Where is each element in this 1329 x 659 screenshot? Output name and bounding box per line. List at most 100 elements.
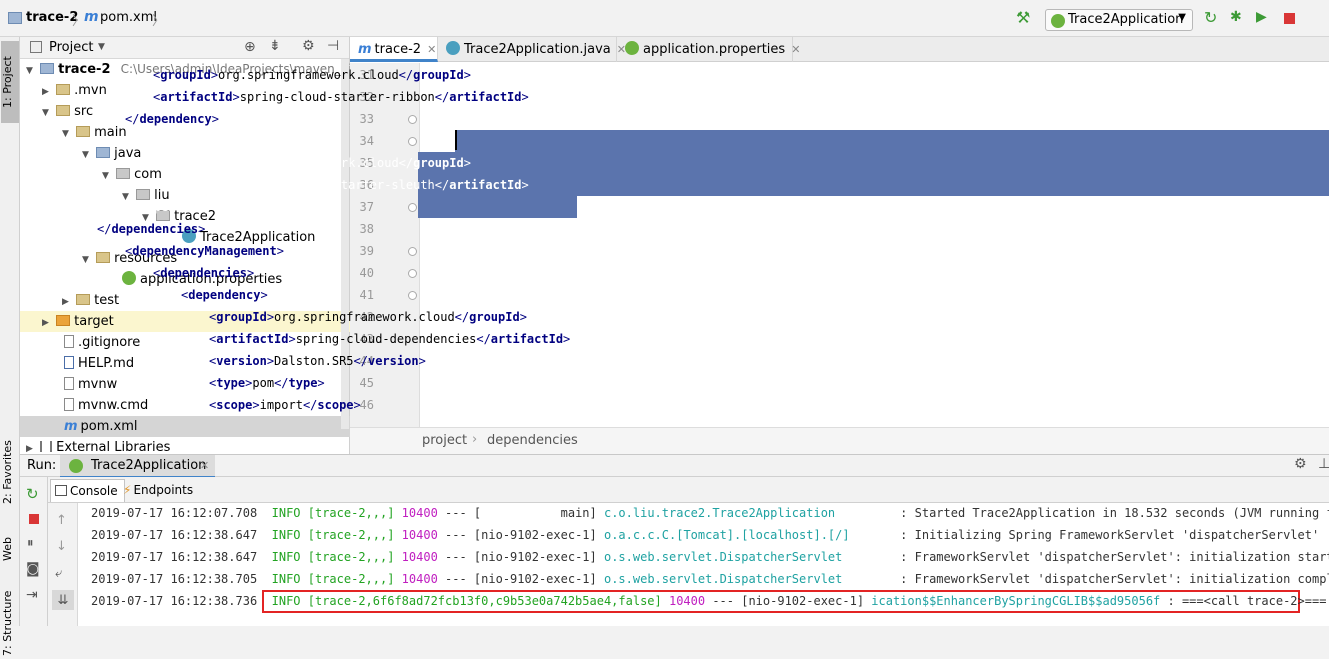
close-icon[interactable]: ✕ xyxy=(427,43,436,56)
tab-endpoints[interactable]: ⚡ Endpoints xyxy=(119,479,199,502)
selection-highlight xyxy=(418,174,1329,196)
tree-item-label: target xyxy=(74,314,114,329)
breadcrumb-project[interactable]: trace-2 xyxy=(26,10,78,25)
favorites-tool-tab[interactable]: 2: Favorites xyxy=(1,435,19,510)
tree-item-label: pom.xml xyxy=(80,419,138,434)
console-side-toolbar: ↑ ↓ ⤶ ⇊ xyxy=(48,503,78,626)
project-tool-tab[interactable]: 1: Project xyxy=(1,41,19,123)
tab-console[interactable]: Console xyxy=(50,479,125,502)
arrow-down-icon[interactable]: ↓ xyxy=(56,539,67,554)
tab-pom-xml[interactable]: m trace-2 ✕ xyxy=(350,37,438,62)
web-tool-tab[interactable]: Web xyxy=(1,531,19,567)
debug-bug-icon[interactable]: ✱ xyxy=(1230,9,1246,25)
code-line: </dependencies> xyxy=(97,222,206,236)
scrollbar[interactable] xyxy=(341,59,349,429)
tree-item-pom-xml[interactable]: m pom.xml xyxy=(20,416,350,437)
tab-label: application.properties xyxy=(643,42,786,57)
soft-wrap-icon[interactable]: ⤶ xyxy=(55,566,62,581)
selection-highlight xyxy=(418,152,1329,174)
log-level: INFO [trace-2,,,] xyxy=(271,572,402,586)
pause-icon[interactable]: ⏸ xyxy=(27,536,34,551)
locate-target-icon[interactable]: ⊕ xyxy=(244,39,256,55)
exit-icon[interactable]: ⇥ xyxy=(26,587,38,603)
tab-trace2application-java[interactable]: Trace2Application.java ✕ xyxy=(438,37,626,62)
code-line: <groupId>org.springframework.cloud</grou… xyxy=(153,68,471,82)
editor-tabs: m trace-2 ✕ Trace2Application.java ✕ applic… xyxy=(350,37,1329,62)
folder-icon xyxy=(76,294,91,305)
breadcrumb-dependencies[interactable]: dependencies xyxy=(487,433,578,448)
log-thread: --- [nio-9102-exec-1] xyxy=(705,594,872,608)
arrow-up-icon[interactable]: ↑ xyxy=(56,513,67,528)
stop-icon[interactable] xyxy=(29,514,39,524)
log-level: INFO [trace-2,,,] xyxy=(271,550,402,564)
chevron-right-icon: ▶ xyxy=(42,87,49,97)
close-icon[interactable]: ✕ xyxy=(200,459,209,472)
tab-label: Console xyxy=(70,484,118,498)
rerun-icon[interactable]: ↻ xyxy=(1204,8,1220,27)
code-line: <type>pom</type> xyxy=(209,376,325,390)
breadcrumb-separator: 〉 xyxy=(152,14,166,29)
code-area[interactable]: <groupId>org.springframework.cloud</grou… xyxy=(97,63,1329,427)
run-configuration-select[interactable]: Trace2Application ▼ xyxy=(1045,9,1193,31)
tree-item-external-libraries[interactable]: ▶ External Libraries xyxy=(20,437,350,454)
hide-panel-icon[interactable]: ⊥ xyxy=(1318,456,1329,472)
log-level: INFO [trace-2,,,] xyxy=(271,528,402,542)
log-message: : FrameworkServlet 'dispatcherServlet': … xyxy=(892,572,1329,586)
stop-icon[interactable] xyxy=(1284,13,1295,24)
chevron-down-icon: ▼ xyxy=(82,255,89,265)
chevron-down-icon[interactable]: ▼ xyxy=(98,42,105,52)
source-folder-icon xyxy=(96,147,111,158)
project-panel-title[interactable]: Project xyxy=(49,40,93,55)
breadcrumb-project[interactable]: project xyxy=(422,433,467,448)
console-output[interactable]: 2019-07-17 16:12:07.708 INFO [trace-2,,,… xyxy=(78,503,1329,626)
log-message: : Initializing Spring FrameworkServlet '… xyxy=(892,528,1320,542)
code-line: <groupId>org.springframework.cloud</grou… xyxy=(209,310,527,324)
code-line: <dependency> xyxy=(181,288,268,302)
tree-item-label: .gitignore xyxy=(78,335,141,350)
log-timestamp: 2019-07-17 16:12:07.708 xyxy=(91,506,272,520)
run-with-coverage-icon[interactable]: ▶ xyxy=(1256,9,1272,25)
log-logger: o.s.web.servlet.DispatcherServlet xyxy=(603,572,893,586)
code-line: </dependency> xyxy=(125,200,219,214)
project-panel-header: Project ▼ ⊕ ⇟ ⚙ ⊣ xyxy=(20,37,349,59)
breadcrumb-separator: › xyxy=(472,432,478,447)
collapse-all-icon[interactable]: ⇟ xyxy=(269,38,281,54)
run-config-tab[interactable]: Trace2Application ✕ xyxy=(60,455,215,478)
selection-highlight xyxy=(418,196,577,218)
log-timestamp: 2019-07-17 16:12:38.736 xyxy=(91,594,272,608)
markdown-file-icon xyxy=(64,356,74,369)
maven-file-icon: m xyxy=(358,42,372,57)
chevron-down-icon: ▼ xyxy=(1178,12,1186,23)
log-line: 2019-07-17 16:12:07.708 INFO [trace-2,,,… xyxy=(91,503,1329,524)
tree-item-label: trace-2 xyxy=(58,62,111,77)
gear-icon[interactable]: ⚙ xyxy=(1294,456,1307,472)
hide-panel-icon[interactable]: ⊣ xyxy=(327,38,339,54)
tree-item-label: test xyxy=(94,293,120,308)
close-icon[interactable]: ✕ xyxy=(791,43,800,56)
chevron-down-icon: ▼ xyxy=(82,150,89,160)
properties-file-icon xyxy=(122,271,136,285)
run-label: Run: xyxy=(27,458,57,473)
log-pid: 10400 xyxy=(401,506,438,520)
structure-tool-tab[interactable]: 7: Structure xyxy=(1,587,19,659)
spring-boot-icon xyxy=(1051,14,1065,28)
console-icon xyxy=(55,485,67,496)
scroll-to-end-icon[interactable]: ⇊ xyxy=(52,590,74,610)
chevron-down-icon: ▼ xyxy=(62,129,69,139)
breadcrumb-file[interactable]: pom.xml xyxy=(100,10,157,25)
chevron-down-icon: ▼ xyxy=(102,171,109,181)
file-icon xyxy=(64,377,74,390)
gear-icon[interactable]: ⚙ xyxy=(302,38,315,54)
code-line: <scope>import</scope> xyxy=(209,398,361,412)
selection-highlight xyxy=(455,130,1329,152)
spring-class-icon xyxy=(446,41,460,55)
log-logger: c.o.liu.trace2.Trace2Application xyxy=(603,506,893,520)
code-line: </dependency> xyxy=(125,112,219,126)
rerun-icon[interactable]: ↻ xyxy=(26,485,39,503)
chevron-right-icon: ▶ xyxy=(26,444,33,454)
camera-icon[interactable]: ◙ xyxy=(26,561,40,577)
build-hammer-icon[interactable]: ⚒ xyxy=(1016,8,1032,27)
tab-label: Endpoints xyxy=(133,483,194,497)
library-icon xyxy=(40,441,53,452)
tab-application-properties[interactable]: application.properties ✕ xyxy=(617,37,800,62)
